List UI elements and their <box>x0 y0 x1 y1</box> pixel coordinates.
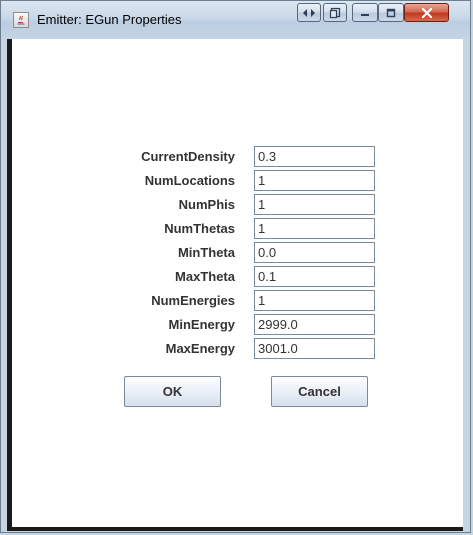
window-outline <box>0 0 471 533</box>
dialog-window: Emitter: EGun Properties CurrentDensity … <box>0 0 473 535</box>
